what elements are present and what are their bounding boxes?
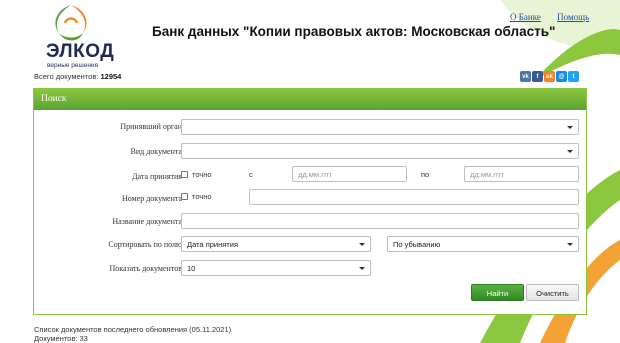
logo-name: ЭЛКОД [46, 41, 115, 62]
clear-button[interactable]: Очистить [526, 284, 579, 301]
issuer-label: Принявший орган [120, 122, 182, 131]
name-label: Название документа [112, 217, 182, 226]
last-update-link[interactable]: Список документов последнего обновления … [34, 325, 231, 334]
show-label: Показать документов [109, 264, 182, 273]
name-input[interactable] [181, 213, 579, 229]
date-exact-label: точно [192, 170, 212, 179]
number-input[interactable] [249, 189, 579, 205]
date-from-label: с [249, 170, 253, 179]
vk-icon[interactable]: vk [520, 71, 531, 82]
search-panel: Поиск Принявший орган Вид документа Дата… [33, 88, 587, 315]
find-button[interactable]: Найти [471, 284, 524, 301]
doctype-label: Вид документа [130, 147, 182, 156]
show-count-select[interactable]: 10 [181, 260, 371, 276]
total-documents-value: 12954 [100, 72, 122, 81]
total-documents: Всего документов: 12954 [34, 72, 121, 81]
moimir-icon[interactable]: @ [556, 71, 567, 82]
chevron-down-icon [567, 150, 573, 153]
sort-field-select[interactable]: Дата принятия [181, 236, 371, 252]
issuer-select[interactable] [181, 119, 579, 135]
date-label: Дата принятия [132, 172, 182, 181]
about-link[interactable]: О Банке [510, 12, 541, 22]
twitter-icon[interactable]: t [568, 71, 579, 82]
total-documents-label: Всего документов: [34, 72, 99, 81]
odnoklassniki-icon[interactable]: ok [544, 71, 555, 82]
elkod-logo[interactable]: ЭЛКОД верные решения [33, 3, 115, 71]
number-exact-checkbox[interactable] [181, 193, 188, 200]
doctype-select[interactable] [181, 143, 579, 159]
number-exact-label: точно [192, 192, 212, 201]
chevron-down-icon [359, 243, 365, 246]
facebook-icon[interactable]: f [532, 71, 543, 82]
top-links: О Банке Помощь [510, 12, 603, 22]
chevron-down-icon [567, 126, 573, 129]
date-from-input[interactable]: дд.мм.гггг [292, 166, 407, 182]
chevron-down-icon [567, 243, 573, 246]
search-panel-title: Поиск [34, 89, 586, 110]
number-label: Номер документа [121, 194, 182, 203]
sort-order-select[interactable]: По убыванию [387, 236, 579, 252]
logo-mark-icon [55, 5, 87, 41]
date-to-input[interactable]: дд.мм.гггг [464, 166, 579, 182]
date-to-label: по [421, 170, 430, 179]
social-share-bar: vk f ok @ t [520, 71, 579, 82]
date-exact-checkbox[interactable] [181, 171, 188, 178]
logo-tagline: верные решения [47, 62, 99, 69]
sort-label: Сортировать по полю [108, 240, 182, 249]
page-title: Банк данных "Копии правовых актов: Моско… [152, 24, 556, 39]
help-link[interactable]: Помощь [557, 12, 589, 22]
last-update-count: Документов: 33 [34, 334, 88, 343]
chevron-down-icon [359, 267, 365, 270]
